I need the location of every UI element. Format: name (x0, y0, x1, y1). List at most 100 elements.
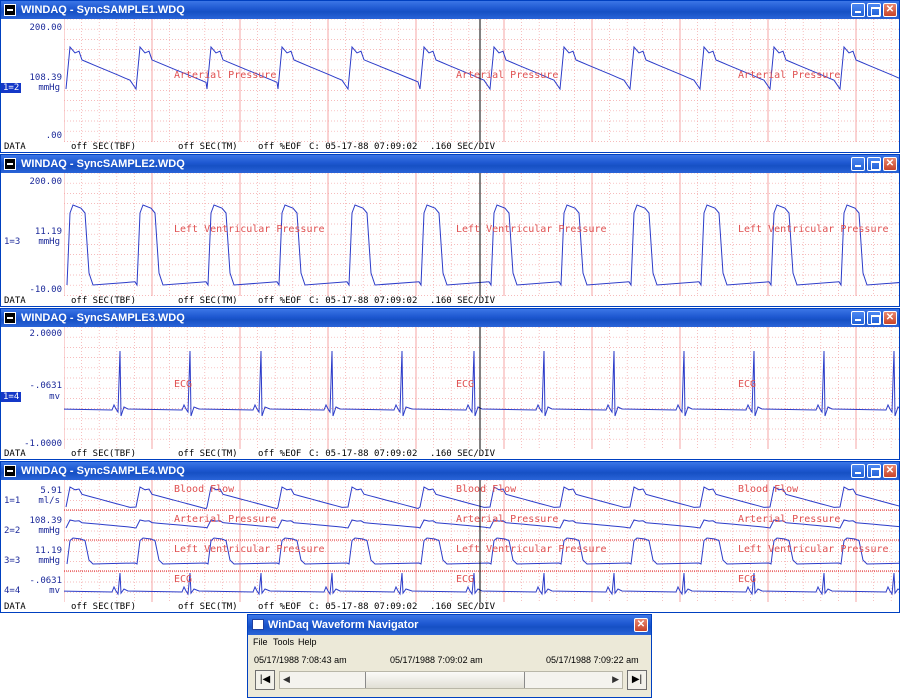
close-button[interactable]: ✕ (883, 464, 897, 478)
status-sec-div: .160 SEC/DIV (430, 449, 496, 459)
waveform-plot[interactable]: Left Ventricular Pressure Left Ventricul… (64, 173, 899, 296)
status-bar: DATA off SEC(TBF) off SEC(TM) off %EOF C… (1, 602, 899, 612)
window-titlebar[interactable]: WINDAQ - SyncSAMPLE1.WDQ ✕ (1, 1, 899, 19)
windaq-app-icon (4, 158, 16, 170)
status-eof: off %EOF (258, 449, 302, 459)
scale-unit: mmHg (38, 83, 60, 93)
trace-label: ECG (738, 379, 757, 390)
trace-label: Arterial Pressure (456, 70, 559, 81)
window-titlebar[interactable]: WINDAQ - SyncSAMPLE3.WDQ ✕ (1, 309, 899, 327)
waveform-plot[interactable]: Arterial Pressure Arterial Pressure Arte… (64, 19, 899, 142)
scroll-left-icon[interactable]: ◀ (283, 674, 290, 685)
channel-selector[interactable]: 3=3 (4, 556, 20, 566)
trace-label: Arterial Pressure (738, 70, 841, 81)
status-cursor-time: C: 05-17-88 07:09:02 (309, 296, 418, 306)
scale-mid: 5.91 (40, 486, 62, 496)
trace-label: Blood Flow (456, 484, 517, 495)
navigator-scrollbar[interactable]: |◀ ◀ ▶ ▶| (255, 670, 647, 690)
waveform-window-3[interactable]: WINDAQ - SyncSAMPLE3.WDQ ✕ 2.0000 -.0631… (0, 308, 900, 460)
minimize-button[interactable] (851, 464, 865, 478)
status-sec-div: .160 SEC/DIV (430, 602, 496, 612)
minimize-button[interactable] (851, 311, 865, 325)
scale-top: 200.00 (29, 23, 62, 33)
status-sec-div: .160 SEC/DIV (430, 142, 496, 152)
status-bar: DATA off SEC(TBF) off SEC(TM) off %EOF C… (1, 449, 899, 459)
close-button[interactable]: ✕ (883, 311, 897, 325)
trace-label: Left Ventricular Pressure (456, 224, 607, 235)
status-eof: off %EOF (258, 602, 302, 612)
scale-column: 5.91 ml/s 1=1 108.39 mmHg 2=2 11.19 mmHg… (1, 480, 64, 602)
window-title: WINDAQ - SyncSAMPLE2.WDQ (21, 158, 185, 170)
scroll-track[interactable]: ◀ ▶ (279, 671, 623, 689)
scale-unit: mv (49, 392, 60, 402)
minimize-button[interactable] (851, 157, 865, 171)
menu-file[interactable]: File (253, 635, 268, 649)
status-sec-div: .160 SEC/DIV (430, 296, 496, 306)
scale-unit: mmHg (38, 556, 60, 566)
status-bar: DATA off SEC(TBF) off SEC(TM) off %EOF C… (1, 142, 899, 152)
maximize-button[interactable] (867, 464, 881, 478)
maximize-button[interactable] (867, 3, 881, 17)
trace-label: Left Ventricular Pressure (738, 224, 889, 235)
trace-label: Arterial Pressure (456, 514, 559, 525)
window-titlebar[interactable]: WINDAQ - SyncSAMPLE2.WDQ ✕ (1, 155, 899, 173)
close-button[interactable]: ✕ (883, 157, 897, 171)
window-title: WINDAQ - SyncSAMPLE4.WDQ (21, 465, 185, 477)
scroll-thumb[interactable] (364, 672, 525, 688)
trace-label: Left Ventricular Pressure (174, 544, 325, 555)
navigator-titlebar[interactable]: WinDaq Waveform Navigator ✕ (248, 615, 651, 635)
arterial-pressure-waveform (65, 45, 899, 91)
scale-mid: -.0631 (29, 576, 62, 586)
navigator-close-button[interactable]: ✕ (634, 618, 648, 632)
waveform-window-4[interactable]: WINDAQ - SyncSAMPLE4.WDQ ✕ 5.91 ml/s 1=1… (0, 461, 900, 613)
minimize-button[interactable] (851, 3, 865, 17)
scale-bottom: .00 (45, 131, 62, 141)
channel-selector[interactable]: 1=2 (1, 83, 22, 93)
status-tm: off SEC(TM) (178, 142, 238, 152)
trace-label: ECG (174, 574, 193, 585)
waveform-navigator-window[interactable]: WinDaq Waveform Navigator ✕ File Tools H… (247, 614, 652, 698)
window-title: WINDAQ - SyncSAMPLE3.WDQ (21, 312, 185, 324)
windaq-app-icon (4, 465, 16, 477)
status-data: DATA (4, 296, 26, 306)
menu-help[interactable]: Help (298, 635, 317, 649)
channel-selector[interactable]: 1=4 (1, 392, 22, 402)
time-start: 05/17/1988 7:08:43 am (254, 655, 347, 665)
channel-selector[interactable]: 1=3 (4, 237, 20, 247)
waveform-plot[interactable]: Blood Flow Blood Flow Blood Flow Arteria… (64, 480, 899, 602)
waveform-plot[interactable]: ECG ECG ECG (64, 327, 899, 449)
menu-tools[interactable]: Tools (273, 635, 294, 649)
go-to-last-button[interactable]: ▶| (627, 670, 647, 690)
scale-unit: mmHg (38, 526, 60, 536)
window-titlebar[interactable]: WINDAQ - SyncSAMPLE4.WDQ ✕ (1, 462, 899, 480)
lv-pressure-waveform (66, 204, 899, 287)
channel-selector[interactable]: 2=2 (4, 526, 20, 536)
waveform-window-2[interactable]: WINDAQ - SyncSAMPLE2.WDQ ✕ 200.00 11.19 … (0, 154, 900, 307)
trace-label: Left Ventricular Pressure (174, 224, 325, 235)
trace-label: ECG (174, 379, 193, 390)
status-data: DATA (4, 602, 26, 612)
scale-mid: 11.19 (34, 227, 62, 237)
channel-selector[interactable]: 1=1 (4, 496, 20, 506)
navigator-title: WinDaq Waveform Navigator (268, 619, 419, 631)
maximize-button[interactable] (867, 157, 881, 171)
scale-unit: mv (49, 586, 60, 596)
close-button[interactable]: ✕ (883, 3, 897, 17)
channel-selector[interactable]: 4=4 (4, 586, 20, 596)
status-cursor-time: C: 05-17-88 07:09:02 (309, 142, 418, 152)
status-tm: off SEC(TM) (178, 602, 238, 612)
scale-mid: -.0631 (29, 381, 62, 391)
waveform-window-1[interactable]: WINDAQ - SyncSAMPLE1.WDQ ✕ 200.00 108.39… (0, 0, 900, 153)
status-bar: DATA off SEC(TBF) off SEC(TM) off %EOF C… (1, 296, 899, 306)
scroll-right-icon[interactable]: ▶ (612, 674, 619, 685)
navigator-menubar: File Tools Help (248, 635, 651, 649)
navigator-app-icon (252, 619, 264, 630)
go-to-first-button[interactable]: |◀ (255, 670, 275, 690)
trace-label: Arterial Pressure (174, 70, 277, 81)
trace-label: ECG (456, 574, 475, 585)
trace-label: Arterial Pressure (738, 514, 841, 525)
scale-bottom: -1.0000 (24, 439, 62, 449)
maximize-button[interactable] (867, 311, 881, 325)
status-eof: off %EOF (258, 142, 302, 152)
scale-top: 200.00 (29, 177, 62, 187)
